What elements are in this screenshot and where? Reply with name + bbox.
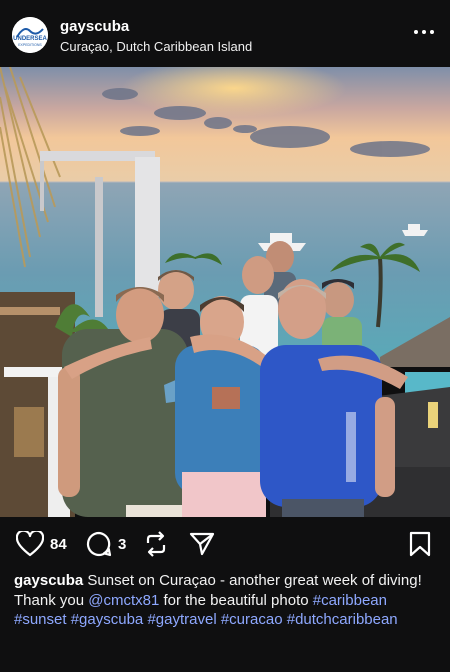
- comment-count[interactable]: 3: [118, 536, 126, 553]
- caption-mention[interactable]: @cmctx81: [88, 592, 159, 609]
- repost-icon[interactable]: [144, 531, 168, 557]
- post-actions-bar: 84 3: [0, 517, 450, 571]
- hashtag[interactable]: #dutchcaribbean: [287, 611, 398, 628]
- hashtag[interactable]: #gaytravel: [147, 611, 216, 628]
- undersea-logo: UNDERSEA EXPEDITIONS: [12, 17, 48, 53]
- hashtag[interactable]: #curacao: [221, 611, 283, 628]
- more-icon[interactable]: [414, 26, 436, 40]
- hashtag[interactable]: #gayscuba: [71, 611, 144, 628]
- share-icon[interactable]: [189, 531, 215, 557]
- hashtag[interactable]: #sunset: [14, 611, 67, 628]
- heart-icon[interactable]: [16, 531, 44, 557]
- post-caption: gayscuba Sunset on Curaçao - another gre…: [14, 571, 438, 630]
- svg-text:EXPEDITIONS: EXPEDITIONS: [18, 43, 42, 47]
- hashtag[interactable]: #caribbean: [313, 592, 387, 609]
- post-username[interactable]: gayscuba: [60, 18, 129, 35]
- svg-text:UNDERSEA: UNDERSEA: [13, 36, 47, 42]
- comment-icon[interactable]: [86, 531, 112, 557]
- post-header: UNDERSEA EXPEDITIONS gayscuba Curaçao, D…: [0, 0, 450, 68]
- like-count[interactable]: 84: [50, 536, 67, 553]
- caption-username[interactable]: gayscuba: [14, 572, 83, 589]
- caption-text-end: for the beautiful photo: [163, 591, 309, 609]
- post-photo[interactable]: [0, 67, 450, 517]
- bookmark-icon[interactable]: [409, 531, 431, 557]
- avatar[interactable]: UNDERSEA EXPEDITIONS: [12, 17, 48, 53]
- post-location[interactable]: Curaçao, Dutch Caribbean Island: [60, 39, 252, 54]
